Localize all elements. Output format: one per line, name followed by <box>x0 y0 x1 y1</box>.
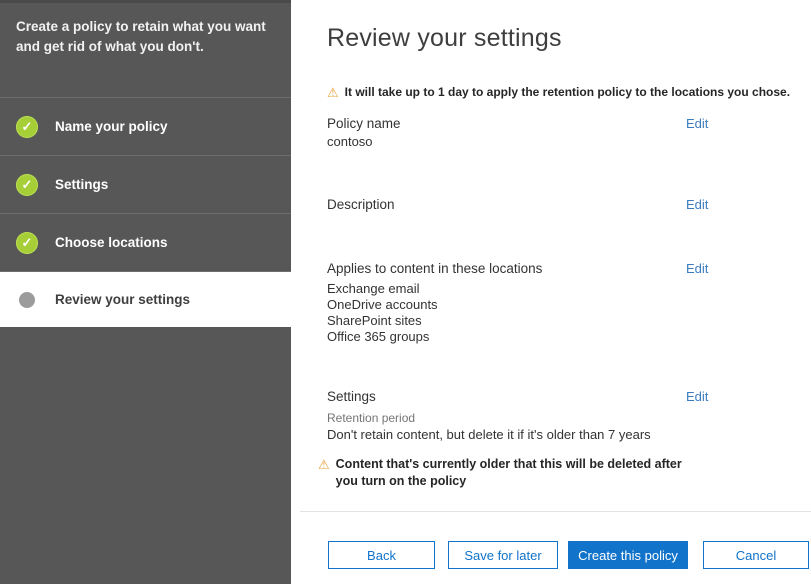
warning-icon: ⚠ <box>318 456 330 490</box>
step-label: Name your policy <box>55 119 168 134</box>
edit-description-link[interactable]: Edit <box>686 197 708 212</box>
location-item: Exchange email <box>327 281 438 297</box>
sidebar-item-choose-locations[interactable]: ✓ Choose locations <box>0 213 291 271</box>
warning-icon: ⚠ <box>327 85 339 101</box>
check-icon: ✓ <box>16 232 38 254</box>
step-label: Settings <box>55 177 108 192</box>
description-label: Description <box>327 197 395 212</box>
edit-policy-name-link[interactable]: Edit <box>686 116 708 131</box>
back-button[interactable]: Back <box>328 541 435 569</box>
save-for-later-button[interactable]: Save for later <box>448 541 558 569</box>
sidebar-item-name-your-policy[interactable]: ✓ Name your policy <box>0 97 291 155</box>
settings-label: Settings <box>327 389 376 404</box>
create-policy-button[interactable]: Create this policy <box>568 541 688 569</box>
apply-delay-warning: ⚠ It will take up to 1 day to apply the … <box>327 85 790 101</box>
footer-divider <box>300 511 811 512</box>
step-label: Review your settings <box>55 292 190 307</box>
location-item: OneDrive accounts <box>327 297 438 313</box>
wizard-sidebar: Create a policy to retain what you want … <box>0 0 291 584</box>
sidebar-item-settings[interactable]: ✓ Settings <box>0 155 291 213</box>
policy-name-label: Policy name <box>327 116 401 131</box>
retention-period-label: Retention period <box>327 411 415 425</box>
check-icon: ✓ <box>16 174 38 196</box>
cancel-button[interactable]: Cancel <box>703 541 809 569</box>
page-title: Review your settings <box>327 24 562 53</box>
warning-text: Content that's currently older that this… <box>336 456 704 490</box>
locations-list: Exchange email OneDrive accounts SharePo… <box>327 281 438 345</box>
policy-name-value: contoso <box>327 134 373 149</box>
warning-text: It will take up to 1 day to apply the re… <box>345 85 790 101</box>
step-label: Choose locations <box>55 235 168 250</box>
sidebar-item-review-your-settings[interactable]: Review your settings <box>0 271 291 327</box>
current-step-dot-icon <box>19 292 35 308</box>
retention-period-value: Don't retain content, but delete it if i… <box>327 427 651 442</box>
location-item: SharePoint sites <box>327 313 438 329</box>
delete-older-content-warning: ⚠ Content that's currently older that th… <box>318 456 704 490</box>
wizard-intro-text: Create a policy to retain what you want … <box>0 3 291 97</box>
edit-settings-link[interactable]: Edit <box>686 389 708 404</box>
edit-locations-link[interactable]: Edit <box>686 261 708 276</box>
location-item: Office 365 groups <box>327 329 438 345</box>
review-settings-pane: Review your settings ⚠ It will take up t… <box>291 0 811 584</box>
locations-label: Applies to content in these locations <box>327 261 542 276</box>
check-icon: ✓ <box>16 116 38 138</box>
